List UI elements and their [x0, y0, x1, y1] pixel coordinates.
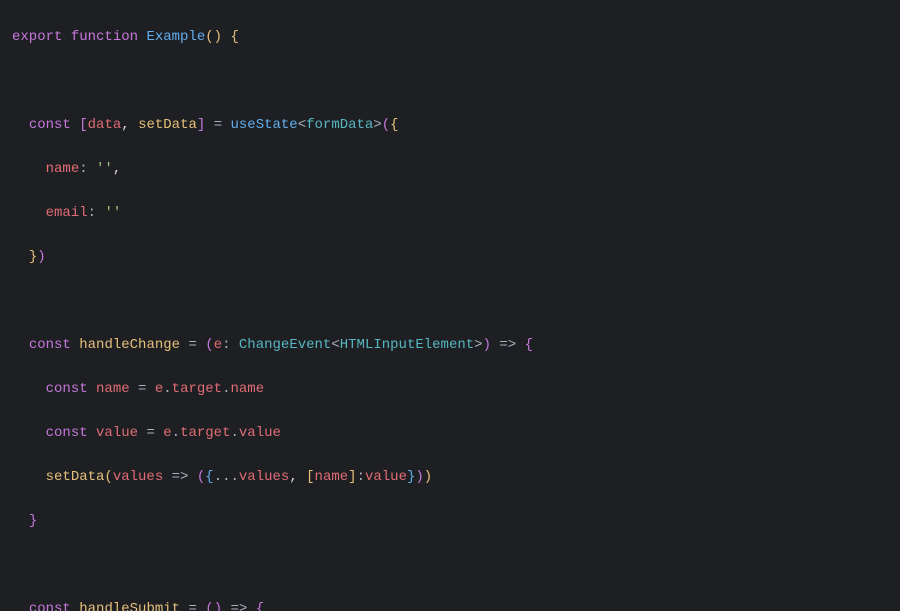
- fn-setdata: setData: [46, 469, 105, 485]
- arrow: =>: [231, 601, 248, 611]
- code-line: name: '',: [12, 158, 888, 180]
- code-line: const value = e.target.value: [12, 422, 888, 444]
- keyword-const: const: [46, 381, 88, 397]
- keyword-function: function: [71, 29, 138, 45]
- prop-email: email: [46, 205, 88, 221]
- paren: (: [205, 337, 213, 353]
- arrow: =>: [172, 469, 189, 485]
- code-line: setData(values => ({...values, [name]:va…: [12, 466, 888, 488]
- dot: .: [172, 425, 180, 441]
- type-formdata: formData: [306, 117, 373, 133]
- brace: }: [29, 513, 37, 529]
- var-values: values: [239, 469, 289, 485]
- keyword-const: const: [29, 337, 71, 353]
- paren: ): [415, 469, 423, 485]
- bracket: ]: [348, 469, 356, 485]
- code-line: const name = e.target.name: [12, 378, 888, 400]
- parens: (): [205, 29, 222, 45]
- dot: .: [231, 425, 239, 441]
- var-e: e: [163, 425, 171, 441]
- type-htmlinput: HTMLInputElement: [340, 337, 474, 353]
- keyword-const: const: [46, 425, 88, 441]
- fn-usestate: useState: [231, 117, 298, 133]
- param-e: e: [214, 337, 222, 353]
- equals: =: [188, 337, 196, 353]
- brace: {: [525, 337, 533, 353]
- prop-name: name: [46, 161, 80, 177]
- brace: {: [205, 469, 213, 485]
- prop-value: value: [239, 425, 281, 441]
- var-name: name: [315, 469, 349, 485]
- brace: {: [230, 29, 238, 45]
- prop-name: name: [231, 381, 265, 397]
- var-setdata: setData: [138, 117, 197, 133]
- bracket: ]: [197, 117, 205, 133]
- keyword-const: const: [29, 601, 71, 611]
- paren: ): [214, 601, 222, 611]
- var-value: value: [365, 469, 407, 485]
- paren: ): [37, 249, 45, 265]
- var-name: name: [96, 381, 130, 397]
- paren: (: [205, 601, 213, 611]
- angle: <: [331, 337, 339, 353]
- fn-handlesubmit: handleSubmit: [79, 601, 180, 611]
- brace: }: [29, 249, 37, 265]
- prop-target: target: [180, 425, 230, 441]
- var-value: value: [96, 425, 138, 441]
- paren: ): [424, 469, 432, 485]
- bracket: [: [79, 117, 87, 133]
- string-empty: '': [104, 205, 121, 221]
- code-line: [12, 554, 888, 576]
- equals: =: [188, 601, 196, 611]
- param-values: values: [113, 469, 163, 485]
- brace: {: [390, 117, 398, 133]
- bracket: [: [306, 469, 314, 485]
- comma: ,: [289, 469, 297, 485]
- equals: =: [146, 425, 154, 441]
- code-line: [12, 70, 888, 92]
- code-line: [12, 290, 888, 312]
- var-e: e: [155, 381, 163, 397]
- paren: (: [382, 117, 390, 133]
- string-empty: '': [96, 161, 113, 177]
- angle: >: [474, 337, 482, 353]
- code-line: const [data, setData] = useState<formDat…: [12, 114, 888, 136]
- var-data: data: [88, 117, 122, 133]
- angle: <: [298, 117, 306, 133]
- code-line: const handleChange = (e: ChangeEvent<HTM…: [12, 334, 888, 356]
- angle: >: [373, 117, 381, 133]
- fn-handlechange: handleChange: [79, 337, 180, 353]
- paren: (: [104, 469, 112, 485]
- code-editor[interactable]: export function Example() { const [data,…: [0, 0, 900, 611]
- comma: ,: [121, 117, 129, 133]
- prop-target: target: [172, 381, 222, 397]
- dot: .: [222, 381, 230, 397]
- type-changeevent: ChangeEvent: [239, 337, 331, 353]
- keyword-const: const: [29, 117, 71, 133]
- arrow: =>: [499, 337, 516, 353]
- spread: ...: [214, 469, 239, 485]
- code-line: }): [12, 246, 888, 268]
- keyword-export: export: [12, 29, 62, 45]
- equals: =: [214, 117, 222, 133]
- colon: :: [357, 469, 365, 485]
- dot: .: [163, 381, 171, 397]
- code-line: export function Example() {: [12, 26, 888, 48]
- comma: ,: [113, 161, 121, 177]
- code-line: }: [12, 510, 888, 532]
- function-name: Example: [146, 29, 205, 45]
- equals: =: [138, 381, 146, 397]
- code-line: const handleSubmit = () => {: [12, 598, 888, 611]
- paren: ): [483, 337, 491, 353]
- code-line: email: '': [12, 202, 888, 224]
- colon: :: [88, 205, 96, 221]
- colon: :: [222, 337, 230, 353]
- colon: :: [79, 161, 87, 177]
- brace: {: [256, 601, 264, 611]
